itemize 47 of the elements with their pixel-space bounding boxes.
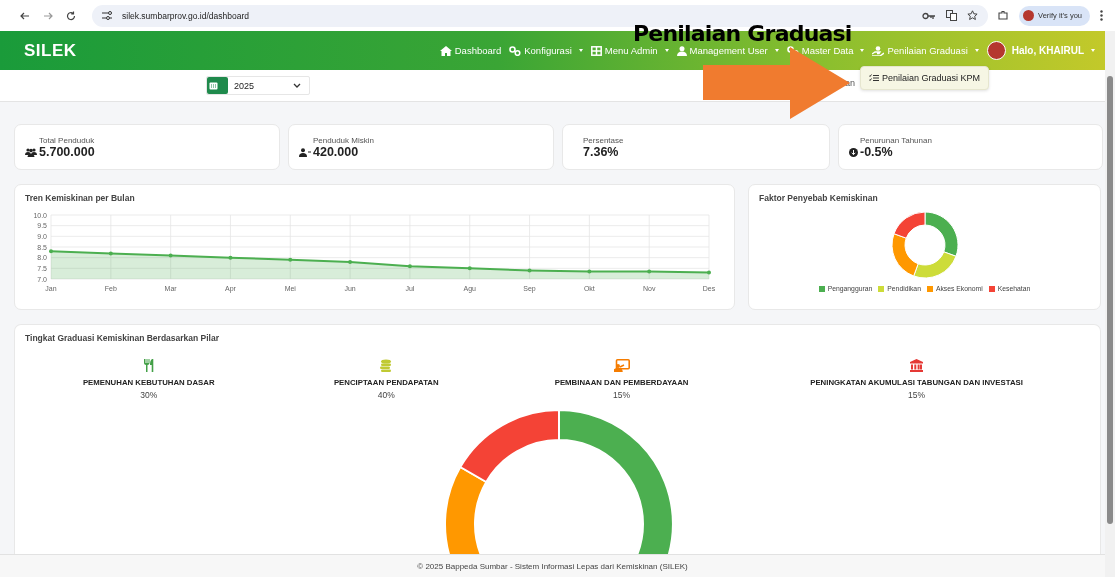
- calendar-icon: [209, 81, 218, 90]
- chevron-down-icon: [293, 83, 301, 88]
- menu-item[interactable]: Penilaian Graduasi KPM: [869, 73, 981, 83]
- forward-icon[interactable]: [43, 10, 53, 21]
- nav-link[interactable]: Menu Admin: [590, 45, 669, 56]
- logo[interactable]: SILEK: [24, 40, 77, 61]
- stat-value: 420.000: [313, 144, 360, 159]
- user-minus-icon: [299, 147, 311, 157]
- chart-title: Tren Kemiskinan per Bulan: [25, 193, 136, 203]
- stat-value: 5.700.000: [39, 144, 95, 159]
- avatar-icon: [986, 41, 1006, 60]
- more-icon[interactable]: [1100, 10, 1103, 21]
- key-icon[interactable]: [922, 11, 937, 20]
- gears-icon: [509, 45, 522, 56]
- translate-icon[interactable]: [946, 10, 958, 21]
- stat-label: Persentase: [583, 135, 624, 145]
- pillar-percent: 15%: [908, 390, 926, 400]
- arrow-down-icon: [849, 147, 858, 157]
- user-icon: [676, 45, 687, 56]
- nav-link[interactable]: Penilaian Graduasi: [872, 45, 979, 56]
- reload-icon[interactable]: [66, 10, 76, 21]
- nav-link[interactable]: Management User: [676, 45, 779, 56]
- site-settings-icon[interactable]: [102, 11, 112, 20]
- back-icon[interactable]: [20, 10, 30, 21]
- stat-value: 7.36%: [583, 144, 620, 159]
- home-icon: [439, 45, 452, 56]
- nav-link[interactable]: Konfigurasi: [509, 45, 583, 56]
- stat-value: -0.5%: [860, 144, 894, 159]
- chart-title: Faktor Penyebab Kemiskinan: [759, 193, 878, 203]
- pillar-percent: 30%: [140, 390, 158, 400]
- stat-label: Penduduk Miskin: [313, 135, 374, 145]
- user-menu[interactable]: Halo, KHAIRUL: [986, 41, 1095, 60]
- donut-chart: [890, 211, 959, 279]
- extensions-icon[interactable]: [998, 10, 1010, 21]
- grid-icon: [590, 45, 602, 56]
- nav-link[interactable]: Dashboard: [439, 45, 502, 56]
- user-hand-icon: [872, 45, 885, 56]
- stat-label: Penurunan Tahunan: [860, 135, 932, 145]
- avatar-icon: [1023, 10, 1035, 21]
- star-icon[interactable]: [967, 10, 979, 21]
- stat-label: Total Penduduk: [39, 135, 95, 145]
- checklist-icon: [869, 74, 879, 82]
- pillar-percent: 15%: [613, 390, 631, 400]
- year-select[interactable]: 2025: [206, 76, 310, 95]
- card-title: Tingkat Graduasi Kemiskinan Berdasarkan Pilar: [25, 333, 219, 343]
- people-icon: [25, 147, 37, 157]
- pillar-percent: 40%: [377, 390, 395, 400]
